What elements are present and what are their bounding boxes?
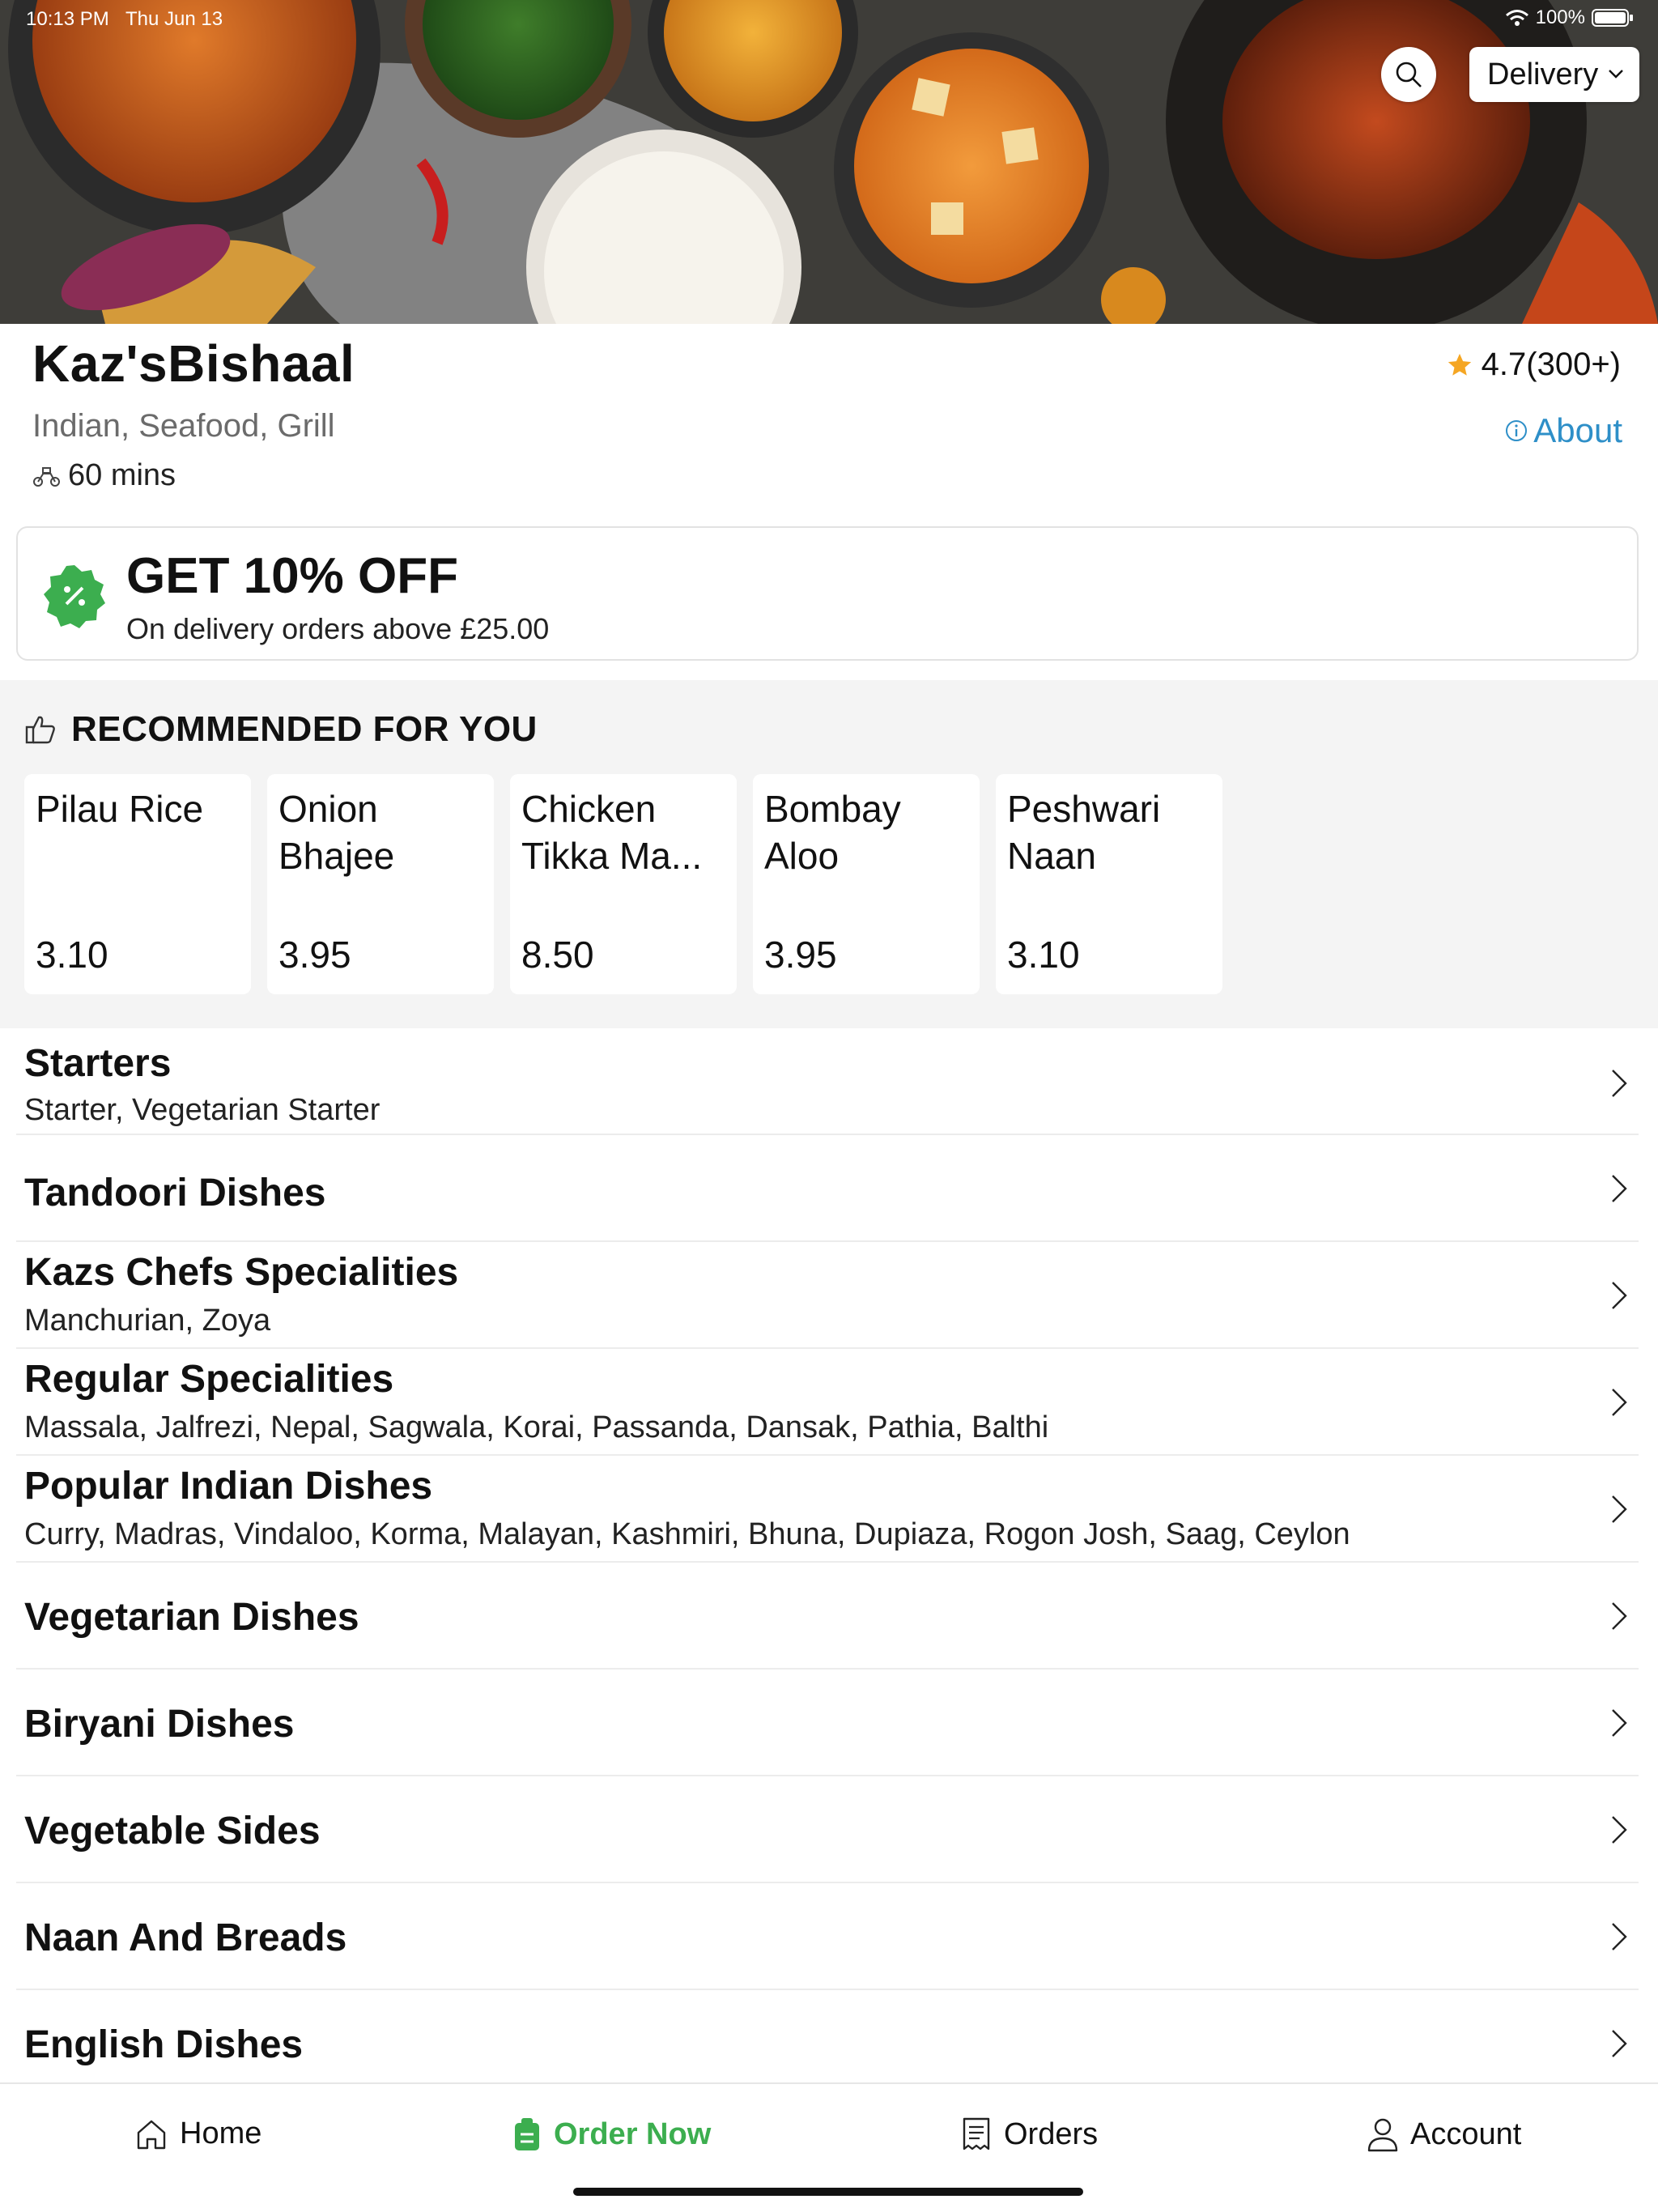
menu-category-subtitle: Curry, Madras, Vindaloo, Korma, Malayan,… <box>24 1517 1350 1551</box>
chevron-right-icon <box>1612 2030 1627 2057</box>
menu-category-naan-and-breads[interactable]: Naan And Breads <box>16 1883 1639 1990</box>
menu-category-regular-specialities[interactable]: Regular Specialities Massala, Jalfrezi, … <box>16 1349 1639 1456</box>
recommended-item[interactable]: Peshwari Naan 3.10 <box>996 774 1222 994</box>
offer-title: GET 10% OFF <box>126 548 458 604</box>
delivery-time: 60 mins <box>32 458 176 493</box>
chevron-right-icon <box>1612 1389 1627 1416</box>
chevron-right-icon <box>1612 1709 1627 1737</box>
recommended-item-price: 3.10 <box>1007 934 1080 976</box>
rating: 4.7(300+) <box>1446 347 1621 383</box>
nav-order-now[interactable]: Order Now <box>512 2116 711 2152</box>
delivery-mode-label: Delivery <box>1487 57 1599 91</box>
chevron-right-icon <box>1612 1816 1627 1844</box>
delivery-mode-select[interactable]: Delivery <box>1469 47 1639 102</box>
menu-category-title: Vegetarian Dishes <box>24 1596 359 1639</box>
menu-category-title: Naan And Breads <box>24 1916 347 1959</box>
recommended-title: RECOMMENDED FOR YOU <box>71 709 538 749</box>
chevron-right-icon <box>1612 1602 1627 1630</box>
recommended-item-price: 3.95 <box>764 934 837 976</box>
wifi-icon <box>1505 10 1528 26</box>
scooter-icon <box>33 466 60 487</box>
menu-category-starters[interactable]: Starters Starter, Vegetarian Starter <box>16 1030 1639 1135</box>
rating-value: 4.7(300+) <box>1481 347 1621 382</box>
chevron-down-icon <box>1609 70 1623 79</box>
restaurant-name: Kaz'sBishaal <box>32 334 355 393</box>
home-indicator <box>573 2188 1083 2196</box>
menu-category-biryani-dishes[interactable]: Biryani Dishes <box>16 1670 1639 1776</box>
recommended-item-price: 3.10 <box>36 934 108 976</box>
recommended-item-price: 8.50 <box>521 934 594 976</box>
status-date: Thu Jun 13 <box>125 8 223 30</box>
offer-card[interactable]: GET 10% OFF On delivery orders above £25… <box>16 526 1639 661</box>
restaurant-cuisine: Indian, Seafood, Grill <box>32 408 335 444</box>
nav-account[interactable]: Account <box>1367 2116 1521 2152</box>
recommended-header: RECOMMENDED FOR YOU <box>24 709 538 750</box>
user-icon <box>1367 2118 1398 2152</box>
menu-category-subtitle: Manchurian, Zoya <box>24 1304 271 1338</box>
battery-percentage: 100% <box>1535 6 1585 28</box>
recommended-item-name: Peshwari Naan <box>1007 788 1161 877</box>
menu-category-english-dishes[interactable]: English Dishes <box>16 1990 1639 2082</box>
recommended-item-name: Onion Bhajee <box>278 788 395 877</box>
offer-subtitle: On delivery orders above £25.00 <box>126 612 550 645</box>
star-icon <box>1448 353 1471 376</box>
menu-category-title: Tandoori Dishes <box>24 1172 326 1214</box>
info-icon <box>1506 420 1528 441</box>
menu-category-vegetable-sides[interactable]: Vegetable Sides <box>16 1776 1639 1883</box>
recommended-item[interactable]: Onion Bhajee 3.95 <box>267 774 494 994</box>
chevron-right-icon <box>1612 1175 1627 1202</box>
menu-category-title: Vegetable Sides <box>24 1810 321 1853</box>
home-icon <box>137 2120 166 2149</box>
nav-order-now-label: Order Now <box>554 2116 712 2151</box>
chevron-right-icon <box>1612 1070 1627 1097</box>
menu-category-tandoori-dishes[interactable]: Tandoori Dishes <box>16 1135 1639 1242</box>
menu-category-title: Popular Indian Dishes <box>24 1465 433 1508</box>
about-label: About <box>1533 411 1622 449</box>
about-link[interactable]: About <box>1504 411 1622 450</box>
recommended-item-name: Chicken Tikka Ma... <box>521 788 703 877</box>
menu-category-vegetarian-dishes[interactable]: Vegetarian Dishes <box>16 1563 1639 1670</box>
battery-icon <box>1592 9 1633 27</box>
chevron-right-icon <box>1612 1282 1627 1309</box>
menu-category-title: English Dishes <box>24 2023 304 2066</box>
recommended-item[interactable]: Chicken Tikka Ma... 8.50 <box>510 774 737 994</box>
discount-badge-icon <box>44 565 105 628</box>
nav-home[interactable]: Home <box>134 2116 261 2151</box>
recommended-item-name: Bombay Aloo <box>764 788 901 877</box>
receipt-icon <box>963 2117 990 2150</box>
chevron-right-icon <box>1612 1495 1627 1523</box>
thumbs-up-icon <box>25 716 55 744</box>
menu-category-title: Regular Specialities <box>24 1358 394 1401</box>
nav-orders[interactable]: Orders <box>960 2116 1098 2152</box>
recommended-item[interactable]: Bombay Aloo 3.95 <box>753 774 980 994</box>
search-button[interactable] <box>1381 47 1436 102</box>
recommended-item-price: 3.95 <box>278 934 351 976</box>
order-bag-icon <box>515 2118 539 2150</box>
menu-category-title: Kazs Chefs Specialities <box>24 1251 459 1294</box>
hero-banner: 10:13 PM Thu Jun 13 100% Delivery <box>0 0 1658 324</box>
search-icon <box>1396 62 1422 87</box>
menu-category-subtitle: Massala, Jalfrezi, Nepal, Sagwala, Korai… <box>24 1410 1049 1444</box>
recommended-item[interactable]: Pilau Rice 3.10 <box>24 774 251 994</box>
nav-account-label: Account <box>1410 2116 1522 2151</box>
menu-category-subtitle: Starter, Vegetarian Starter <box>24 1093 380 1127</box>
menu-category-popular-indian-dishes[interactable]: Popular Indian Dishes Curry, Madras, Vin… <box>16 1456 1639 1563</box>
recommended-item-name: Pilau Rice <box>36 788 204 830</box>
menu-category-kazs-chefs-specialities[interactable]: Kazs Chefs Specialities Manchurian, Zoya <box>16 1242 1639 1349</box>
status-indicators: 100% <box>1505 6 1634 29</box>
status-time: 10:13 PM <box>26 8 109 30</box>
nav-home-label: Home <box>180 2116 262 2150</box>
chevron-right-icon <box>1612 1923 1627 1950</box>
menu-category-title: Biryani Dishes <box>24 1703 295 1746</box>
status-bar: 10:13 PM Thu Jun 13 100% <box>0 0 1658 39</box>
nav-orders-label: Orders <box>1004 2116 1099 2151</box>
delivery-time-label: 60 mins <box>68 458 176 492</box>
menu-category-title: Starters <box>24 1042 172 1085</box>
recommended-section: RECOMMENDED FOR YOU Pilau Rice 3.10 Onio… <box>0 680 1658 1028</box>
bottom-navigation: Home Order Now Orders Account <box>0 2082 1658 2212</box>
